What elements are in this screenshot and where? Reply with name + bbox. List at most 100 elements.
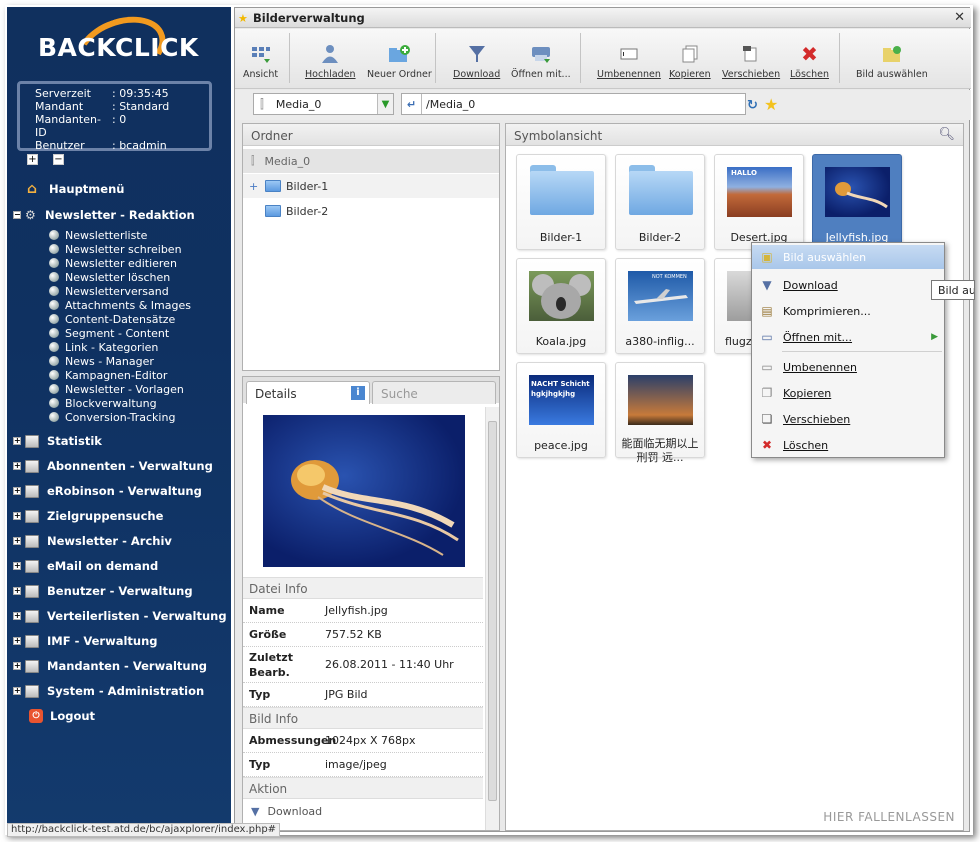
ctx-verschieben[interactable]: ❏ Verschieben <box>752 407 944 431</box>
thumb-jellyfish-selected[interactable]: Jellyfish.jpg <box>812 154 902 250</box>
sidebar-section[interactable]: + Verteilerlisten - Verwaltung <box>7 606 231 626</box>
repository-icon: ⫿ <box>251 154 255 167</box>
submenu-item[interactable]: Blockverwaltung <box>49 396 157 410</box>
sidebar-section[interactable]: + Statistik <box>7 431 231 451</box>
path-input[interactable]: ↵ /Media_0 <box>401 93 746 115</box>
ctx-umbenennen[interactable]: ▭ Umbenennen <box>752 355 944 379</box>
ctx-separator <box>782 351 942 352</box>
tab-suche[interactable]: Suche <box>372 381 496 404</box>
sidebar-section[interactable]: + Benutzer - Verwaltung <box>7 581 231 601</box>
sidebar-section[interactable]: + System - Administration <box>7 681 231 701</box>
expand-icon[interactable]: + <box>13 637 21 645</box>
submenu-item[interactable]: Newsletterliste <box>49 228 147 242</box>
path-up-icon[interactable]: ↵ <box>402 94 422 114</box>
expand-icon[interactable]: + <box>13 562 21 570</box>
sidebar-section[interactable]: + Abonnenten - Verwaltung <box>7 456 231 476</box>
expand-icon[interactable]: + <box>249 180 265 193</box>
bullet-icon <box>49 370 59 380</box>
loeschen-button[interactable]: ✖ Löschen <box>790 33 829 80</box>
submenu-item[interactable]: Newsletter schreiben <box>49 242 182 256</box>
expand-icon[interactable]: + <box>13 612 21 620</box>
submenu-item[interactable]: Segment - Content <box>49 326 169 340</box>
repository-select[interactable]: ⫿ Media_0 ▼ <box>253 93 394 115</box>
server-info-box: Serverzeit: 09:35:45 Mandant: Standard M… <box>17 81 212 152</box>
bild-auswaehlen-button[interactable]: Bild auswählen <box>856 33 928 80</box>
bookmark-star-icon[interactable]: ★ <box>764 95 778 114</box>
action-download[interactable]: ▼ Download <box>243 799 483 823</box>
kopieren-button[interactable]: Kopieren <box>669 33 711 80</box>
submenu-item[interactable]: News - Manager <box>49 354 154 368</box>
submenu-item[interactable]: Attachments & Images <box>49 298 191 312</box>
download-funnel-icon <box>466 43 488 65</box>
collapse-all-button[interactable]: − <box>53 154 64 165</box>
sidebar-section[interactable]: + Mandanten - Verwaltung <box>7 656 231 676</box>
download-button[interactable]: Download <box>453 33 500 80</box>
folder-root[interactable]: ⫿ Media_0 <box>243 149 499 173</box>
bullet-icon <box>49 314 59 324</box>
expand-icon[interactable]: + <box>13 462 21 470</box>
submenu-item[interactable]: Newsletter editieren <box>49 256 177 270</box>
bullet-icon <box>49 398 59 408</box>
folder-icon <box>25 584 39 598</box>
ctx-kopieren[interactable]: ❐ Kopieren <box>752 381 944 405</box>
folder-icon <box>25 609 39 623</box>
thumb-a380[interactable]: NOT KOMMEN a380-inflig... <box>615 258 705 354</box>
expand-all-button[interactable]: + <box>27 154 38 165</box>
refresh-icon[interactable]: ↻ <box>747 98 758 113</box>
menu-newsletter-redaktion[interactable]: − ⚙ Newsletter - Redaktion <box>7 205 231 225</box>
menu-hauptmenu[interactable]: ⌂ Hauptmenü <box>7 179 231 199</box>
close-icon[interactable]: ✕ <box>954 10 965 25</box>
umbenennen-button[interactable]: Umbenennen <box>597 33 661 80</box>
thumb-desert[interactable]: HALLO Desert.jpg <box>714 154 804 250</box>
new-folder-icon <box>388 43 411 65</box>
ctx-oeffnen-mit[interactable]: ▭ Öffnen mit... ▶ <box>752 325 944 349</box>
thumb-folder-bilder-2[interactable]: Bilder-2 <box>615 154 705 250</box>
thumb-folder-bilder-1[interactable]: Bilder-1 <box>516 154 606 250</box>
thumb-chinese[interactable]: 能面临无期以上刑罚 远... <box>615 362 705 464</box>
toolbar: Ansicht Hochladen Neuer Ordner Download … <box>235 29 971 89</box>
submenu-item[interactable]: Conversion-Tracking <box>49 410 175 424</box>
thumb-koala[interactable]: Koala.jpg <box>516 258 606 354</box>
ctx-bild-auswaehlen[interactable]: ▣ Bild auswählen <box>752 245 944 269</box>
menu-logout[interactable]: ⏻ Logout <box>7 706 231 726</box>
collapse-icon[interactable]: − <box>13 211 21 219</box>
expand-icon[interactable]: + <box>13 587 21 595</box>
tab-details[interactable]: Details i <box>246 381 370 404</box>
sidebar-section[interactable]: + eRobinson - Verwaltung <box>7 481 231 501</box>
ctx-komprimieren[interactable]: ▤ Komprimieren... <box>752 299 944 323</box>
expand-icon[interactable]: + <box>13 687 21 695</box>
submenu-item[interactable]: Newsletter - Vorlagen <box>49 382 184 396</box>
submenu-item[interactable]: Link - Kategorien <box>49 340 158 354</box>
ansicht-button[interactable]: Ansicht <box>243 33 278 80</box>
oeffnen-mit-button[interactable]: Öffnen mit... <box>511 33 571 80</box>
koala-picture <box>529 271 594 321</box>
ctx-download[interactable]: ▼ Download <box>752 273 944 297</box>
submenu-item[interactable]: Kampagnen-Editor <box>49 368 167 382</box>
ctx-loeschen[interactable]: ✖ Löschen <box>752 433 944 457</box>
neuer-ordner-button[interactable]: Neuer Ordner <box>367 33 432 80</box>
sidebar-section[interactable]: + Newsletter - Archiv <box>7 531 231 551</box>
chinese-picture <box>628 375 693 425</box>
dropdown-arrow-icon[interactable]: ▼ <box>377 94 393 114</box>
verschieben-button[interactable]: Verschieben <box>722 33 780 80</box>
sidebar-section[interactable]: + Zielgruppensuche <box>7 506 231 526</box>
expand-icon[interactable]: + <box>13 512 21 520</box>
zoom-icon[interactable]: 🔍︎ <box>938 127 955 142</box>
submenu-item[interactable]: Newsletterversand <box>49 284 169 298</box>
submenu-item[interactable]: Content-Datensätze <box>49 312 175 326</box>
thumb-peace[interactable]: NACHT Schicht hgkjhgkjhg peace.jpg <box>516 362 606 458</box>
scrollbar-thumb[interactable] <box>488 421 497 801</box>
folder-item-bilder-2[interactable]: Bilder-2 <box>243 199 499 223</box>
expand-icon[interactable]: + <box>13 437 21 445</box>
jellyfish-picture <box>291 460 459 556</box>
expand-icon[interactable]: + <box>13 487 21 495</box>
expand-icon[interactable]: + <box>13 662 21 670</box>
sidebar-section[interactable]: + IMF - Verwaltung <box>7 631 231 651</box>
folder-item-bilder-1[interactable]: + Bilder-1 <box>243 174 499 198</box>
details-scrollbar[interactable] <box>485 407 499 830</box>
bild-info-heading: Bild Info <box>243 707 483 729</box>
sidebar-section[interactable]: + eMail on demand <box>7 556 231 576</box>
hochladen-button[interactable]: Hochladen <box>305 33 356 80</box>
expand-icon[interactable]: + <box>13 537 21 545</box>
submenu-item[interactable]: Newsletter löschen <box>49 270 170 284</box>
